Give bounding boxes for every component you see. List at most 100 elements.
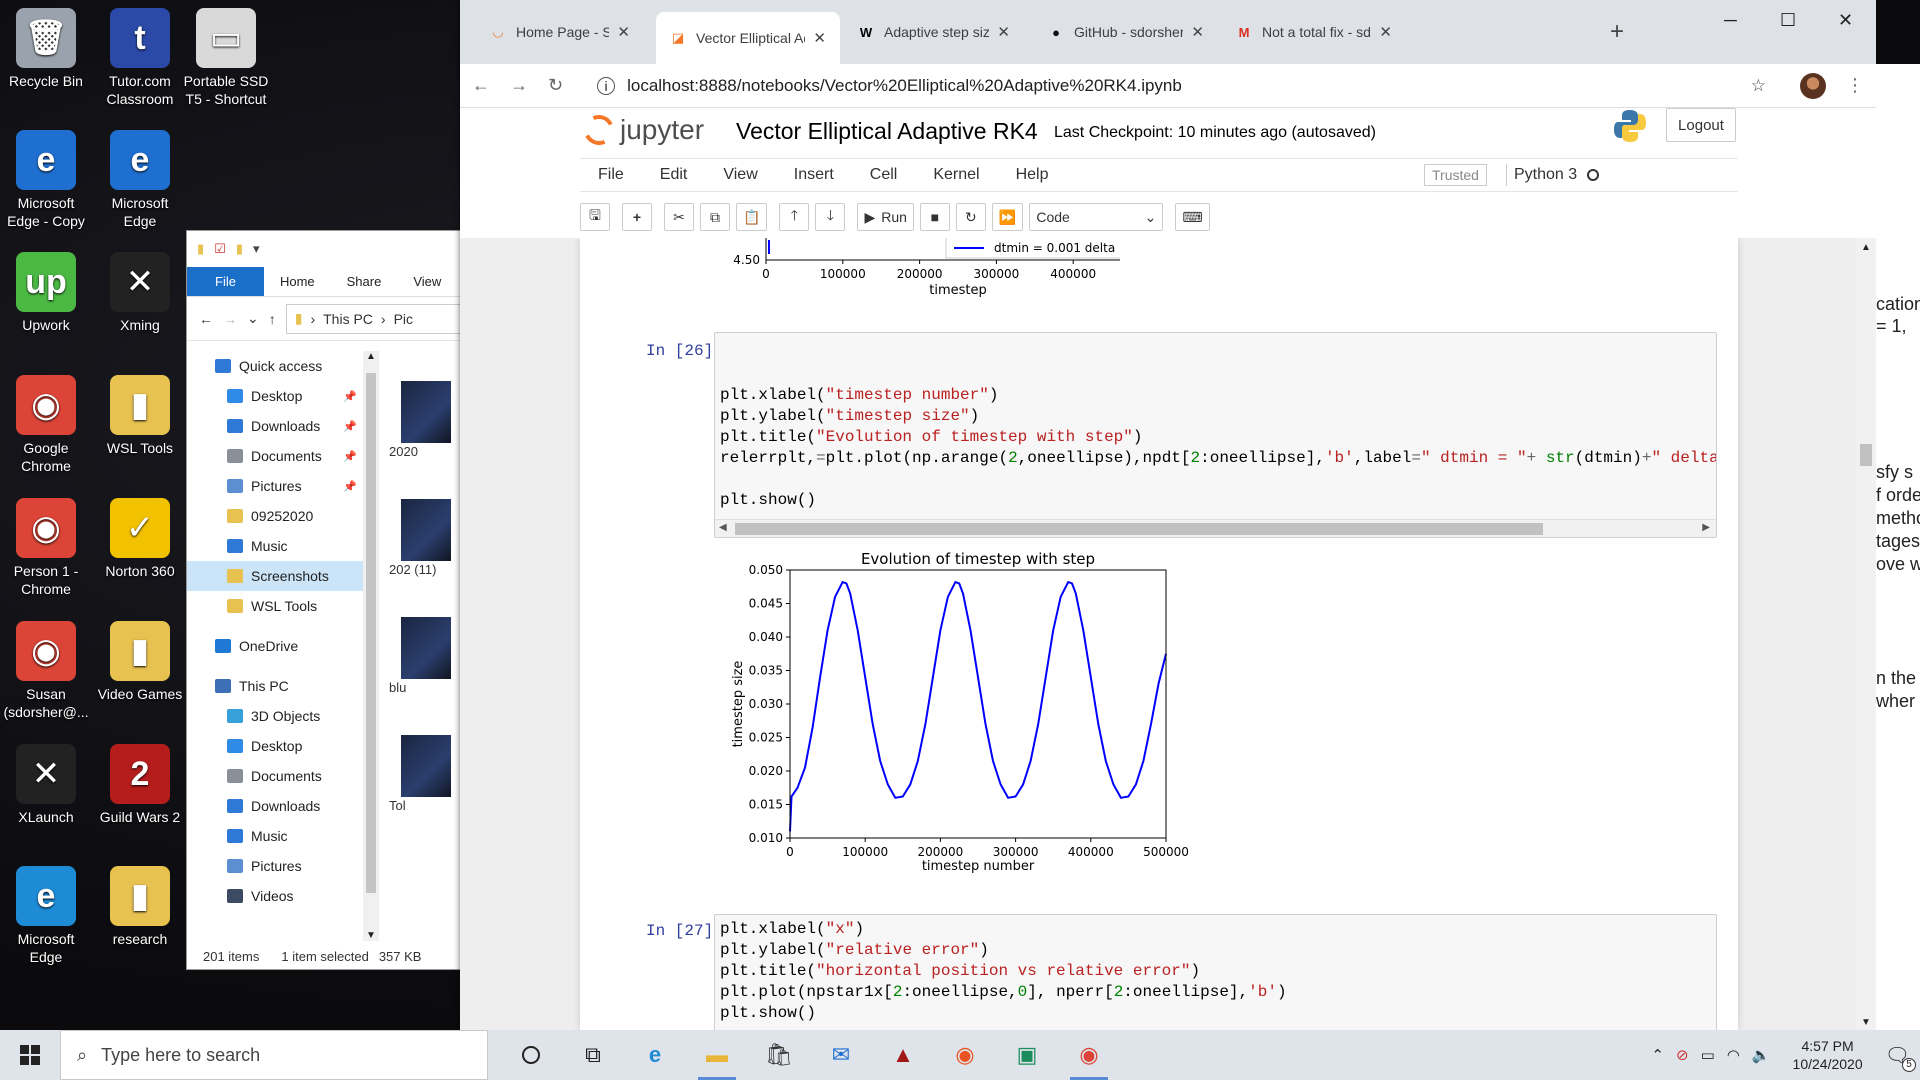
cut-button[interactable]: ✂ <box>664 203 694 231</box>
browser-tab[interactable]: W Adaptive step size - W ✕ <box>844 14 1024 50</box>
run-button[interactable]: ▶ Run <box>857 203 914 231</box>
properties-icon[interactable]: ☑ <box>214 241 226 257</box>
close-window-icon[interactable]: ✕ <box>1838 10 1853 31</box>
back-arrow-icon[interactable]: ← <box>472 75 490 96</box>
nav-item[interactable]: This PC <box>187 671 363 701</box>
restart-button[interactable]: ↻ <box>955 203 986 231</box>
close-tab-icon[interactable]: ✕ <box>1379 23 1392 41</box>
volume-icon[interactable]: 🔈 <box>1752 1046 1771 1064</box>
code-cell-26[interactable]: plt.xlabel("timestep number") plt.ylabel… <box>714 332 1717 538</box>
info-icon[interactable]: i <box>597 76 616 95</box>
nav-item[interactable]: Pictures <box>187 851 363 881</box>
nav-item[interactable]: Music <box>187 531 363 561</box>
close-tab-icon[interactable]: ✕ <box>997 23 1010 41</box>
desktop-icon[interactable]: 2 Guild Wars 2 <box>94 744 186 826</box>
desktop-icon[interactable]: ▮ WSL Tools <box>94 375 186 457</box>
bookmark-star-icon[interactable]: ☆ <box>1751 76 1766 96</box>
pin-icon[interactable]: 📌 <box>343 450 357 463</box>
profile-avatar[interactable] <box>1800 72 1826 99</box>
code-cell-27[interactable]: plt.xlabel("x") plt.ylabel("relative err… <box>714 914 1717 1030</box>
desktop-icon[interactable]: ▮ Video Games <box>94 621 186 703</box>
taskbar-tutor[interactable]: ▣ <box>996 1030 1058 1080</box>
nav-item[interactable]: 3D Objects <box>187 701 363 731</box>
close-tab-icon[interactable]: ✕ <box>1191 23 1204 41</box>
menu-help[interactable]: Help <box>998 166 1067 184</box>
trusted-badge[interactable]: Trusted <box>1424 164 1487 186</box>
address-bar[interactable]: i localhost:8888/notebooks/Vector%20Elli… <box>583 70 1780 102</box>
recent-dropdown-icon[interactable]: ⌄ <box>247 310 259 327</box>
copy-button[interactable]: ⧉ <box>700 203 730 231</box>
wifi-icon[interactable]: ◠ <box>1727 1046 1740 1064</box>
nav-item[interactable]: Documents <box>187 761 363 791</box>
close-tab-icon[interactable]: ✕ <box>617 23 630 41</box>
forward-arrow-icon[interactable]: → <box>223 311 237 327</box>
desktop-icon[interactable]: up Upwork <box>0 252 92 334</box>
scroll-up-icon[interactable]: ▲ <box>1861 242 1871 253</box>
browser-tab[interactable]: ◪ Vector Elliptical Adapt ✕ <box>656 12 840 64</box>
nav-item[interactable]: Documents 📌 <box>187 441 363 471</box>
taskbar-search[interactable]: ⌕ Type here to search <box>60 1030 488 1080</box>
up-arrow-icon[interactable]: ↑ <box>269 311 276 327</box>
desktop-icon[interactable]: ✕ Xming <box>94 252 186 334</box>
navigation-scrollbar[interactable]: ▲ ▼ <box>363 351 379 941</box>
new-tab-button[interactable]: + <box>1610 18 1624 46</box>
desktop-icon[interactable]: e Microsoft Edge - Copy <box>0 130 92 230</box>
move-down-button[interactable]: 🡓 <box>815 203 846 231</box>
minimize-icon[interactable]: ─ <box>1724 10 1737 31</box>
kernel-name[interactable]: Python 3 <box>1514 166 1577 184</box>
taskbar-mail[interactable]: ✉ <box>810 1030 872 1080</box>
nav-item[interactable]: Downloads <box>187 791 363 821</box>
interrupt-button[interactable]: ■ <box>919 203 950 231</box>
desktop-icon[interactable]: ◉ Person 1 - Chrome <box>0 498 92 598</box>
move-up-button[interactable]: 🡑 <box>779 203 810 231</box>
ribbon-tab-view[interactable]: View <box>397 267 457 296</box>
reload-icon[interactable]: ↻ <box>548 75 563 96</box>
logout-button[interactable]: Logout <box>1666 108 1736 142</box>
nav-item[interactable]: Downloads 📌 <box>187 411 363 441</box>
scroll-down-icon[interactable]: ▼ <box>366 930 376 941</box>
code-horizontal-scrollbar[interactable]: ◀ ▶ <box>715 519 1716 537</box>
menu-edit[interactable]: Edit <box>642 166 706 184</box>
pin-icon[interactable]: 📌 <box>343 390 357 403</box>
show-hidden-icons[interactable]: ⌃ <box>1651 1046 1664 1064</box>
browser-tab[interactable]: M Not a total fix - sdors ✕ <box>1222 14 1406 50</box>
url-text[interactable]: localhost:8888/notebooks/Vector%20Ellipt… <box>627 76 1182 96</box>
paste-button[interactable]: 📋 <box>736 203 768 231</box>
maximize-icon[interactable]: ☐ <box>1780 10 1796 31</box>
desktop-icon[interactable]: ▮ research <box>94 866 186 948</box>
taskbar-ubuntu[interactable]: ◉ <box>934 1030 996 1080</box>
code-editor[interactable]: plt.xlabel("x") plt.ylabel("relative err… <box>715 915 1716 1028</box>
desktop-icon[interactable]: ✓ Norton 360 <box>94 498 186 580</box>
desktop-icon[interactable]: 🗑 Recycle Bin <box>0 8 92 90</box>
cortana-button[interactable] <box>500 1030 562 1080</box>
file-thumbnail[interactable]: 2020 <box>379 381 461 479</box>
taskbar-chrome[interactable]: ◉ <box>1058 1030 1120 1080</box>
code-editor[interactable]: plt.xlabel("timestep number") plt.ylabel… <box>715 333 1716 515</box>
page-scrollbar[interactable]: ▲ ▼ <box>1856 238 1876 1030</box>
browser-tab[interactable]: ● GitHub - sdorsher/Ma ✕ <box>1034 14 1218 50</box>
folder-icon[interactable]: ▮ <box>197 241 204 257</box>
kebab-menu-icon[interactable]: ⋮ <box>1846 75 1864 96</box>
desktop-icon[interactable]: ▭ Portable SSD T5 - Shortcut <box>180 8 272 108</box>
menu-kernel[interactable]: Kernel <box>915 166 997 184</box>
taskbar-edge[interactable]: e <box>624 1030 686 1080</box>
menu-cell[interactable]: Cell <box>852 166 916 184</box>
close-tab-icon[interactable]: ✕ <box>813 29 826 47</box>
scroll-left-icon[interactable]: ◀ <box>719 522 727 533</box>
desktop-icon[interactable]: t Tutor.com Classroom <box>94 8 186 108</box>
notifications-button[interactable]: 🗨 5 <box>1885 1043 1916 1072</box>
task-view-button[interactable]: ⧉ <box>562 1030 624 1080</box>
nav-item[interactable]: Videos <box>187 881 363 911</box>
forward-arrow-icon[interactable]: → <box>510 75 528 96</box>
breadcrumb-pictures[interactable]: Pic <box>394 311 413 327</box>
ribbon-tab-file[interactable]: File <box>187 267 264 296</box>
menu-file[interactable]: File <box>580 166 642 184</box>
restart-run-all-button[interactable]: ⏩ <box>991 203 1024 231</box>
nav-item[interactable]: Music <box>187 821 363 851</box>
scrollbar-thumb[interactable] <box>366 373 376 893</box>
clock[interactable]: 4:57 PM 10/24/2020 <box>1783 1037 1873 1073</box>
new-folder-icon[interactable]: ▮ <box>236 241 243 257</box>
back-arrow-icon[interactable]: ← <box>199 311 213 327</box>
qat-dropdown-icon[interactable]: ▾ <box>253 241 260 257</box>
nav-item[interactable]: Desktop 📌 <box>187 381 363 411</box>
